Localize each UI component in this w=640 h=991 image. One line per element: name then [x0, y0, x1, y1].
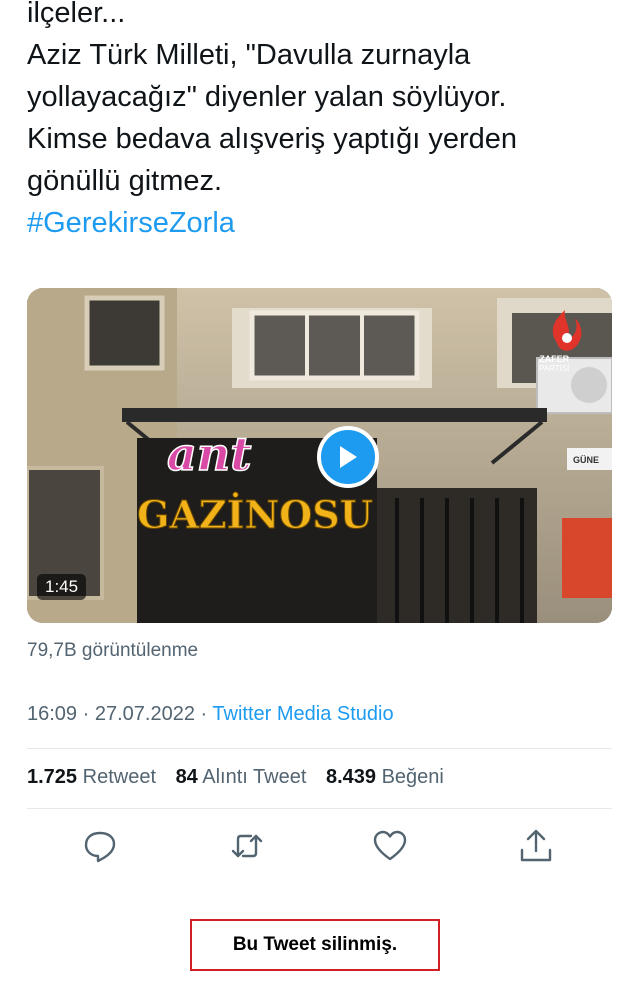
deleted-tweet-text: Bu Tweet silinmiş.: [232, 934, 398, 955]
heart-icon: [373, 830, 407, 861]
watermark-line1: ZAFER: [539, 354, 570, 364]
divider: [27, 808, 612, 809]
small-sign-text: GÜNE: [573, 455, 599, 465]
tweet-video[interactable]: ant GAZİNOSU GÜNE ZAFER PARTİSİ 1:45: [27, 288, 612, 623]
video-duration-badge: 1:45: [37, 574, 87, 600]
likes-count: 8.439: [325, 766, 377, 788]
view-count: 79,7B görüntülenme: [27, 640, 199, 661]
play-icon: [340, 446, 357, 468]
quotes-label: Alıntı Tweet: [202, 766, 307, 788]
sign-top-text: ant: [167, 427, 252, 481]
tweet-text-line: Aziz Türk Milleti, "Davulla zurnayla: [27, 39, 471, 71]
sign-bottom-text: GAZİNOSU: [137, 492, 373, 537]
retweets-stat[interactable]: 1.725 Retweet: [27, 766, 156, 788]
quotes-count: 84: [175, 766, 198, 788]
meta-separator: ·: [82, 703, 90, 725]
retweets-count: 1.725: [27, 766, 78, 788]
tweet-text-line: yollayacağız" diyenler yalan söylüyor.: [27, 81, 507, 113]
divider: [27, 748, 612, 749]
tweet-text-line: Kimse bedava alışveriş yaptığı yerden: [27, 123, 518, 155]
like-button[interactable]: [372, 828, 408, 864]
tweet-meta: 16:09 · 27.07.2022 · Twitter Media Studi…: [27, 703, 394, 726]
tweet-date[interactable]: 27.07.2022: [95, 703, 195, 725]
tweet-source-link[interactable]: Twitter Media Studio: [212, 703, 393, 725]
retweets-label: Retweet: [82, 766, 156, 788]
tweet-text-line: gönüllü gitmez.: [27, 165, 223, 197]
play-button[interactable]: [317, 426, 379, 488]
tweet-text-line: ilçeler...: [27, 0, 126, 29]
tweet-action-bar: [0, 828, 640, 864]
share-button[interactable]: [518, 828, 554, 864]
reply-button[interactable]: [82, 828, 118, 864]
likes-label: Beğeni: [381, 766, 444, 788]
tweet-time[interactable]: 16:09: [27, 703, 77, 725]
deleted-tweet-notice: Bu Tweet silinmiş.: [190, 919, 440, 971]
retweet-icon: [231, 834, 263, 858]
quotes-stat[interactable]: 84 Alıntı Tweet: [176, 766, 307, 788]
watermark-label: ZAFER PARTİSİ: [539, 354, 569, 374]
likes-stat[interactable]: 8.439 Beğeni: [326, 766, 444, 788]
tweet-stats: 1.725 Retweet 84 Alıntı Tweet 8.439 Beğe…: [27, 766, 444, 789]
meta-separator: ·: [200, 703, 208, 725]
watermark-line2: PARTİSİ: [539, 364, 570, 373]
reply-icon: [84, 831, 116, 863]
share-icon: [520, 829, 552, 862]
hashtag-link[interactable]: #GerekirseZorla: [27, 202, 517, 244]
retweet-button[interactable]: [229, 828, 265, 864]
